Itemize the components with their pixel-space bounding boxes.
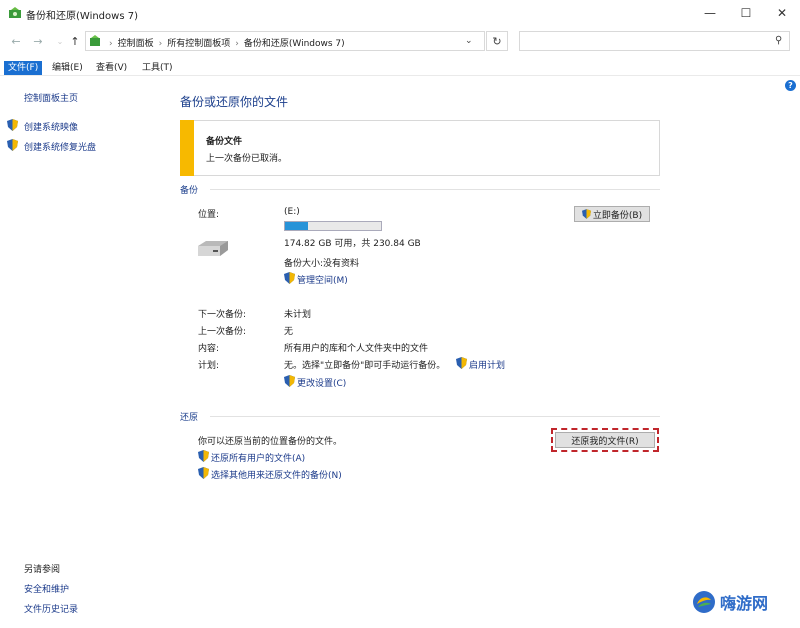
uac-shield-icon [198, 467, 209, 479]
see-also-file-history[interactable]: 文件历史记录 [24, 602, 78, 615]
schedule-label: 计划: [198, 361, 220, 371]
change-settings-link[interactable]: 更改设置(C) [297, 376, 346, 389]
restore-all-users-link[interactable]: 还原所有用户的文件(A) [211, 451, 305, 464]
manage-space-link[interactable]: 管理空间(M) [297, 273, 348, 286]
backup-app-icon [9, 7, 21, 18]
help-icon[interactable]: ? [785, 80, 796, 91]
address-dropdown-icon[interactable]: ⌄ [465, 36, 473, 46]
disk-space-text: 174.82 GB 可用，共 230.84 GB [284, 239, 421, 249]
last-backup-value: 无 [284, 327, 294, 337]
breadcrumb-item[interactable]: 所有控制面板项 [167, 39, 230, 49]
sidebar-item-create-system-image[interactable]: 创建系统映像 [24, 120, 78, 133]
section-divider [210, 416, 660, 417]
see-also-title: 另请参阅 [24, 565, 61, 575]
status-notice [180, 120, 660, 176]
sidebar-item-create-repair-disc[interactable]: 创建系统修复光盘 [24, 140, 96, 153]
uac-shield-icon [284, 272, 295, 284]
uac-shield-icon [284, 375, 295, 387]
uac-shield-icon [7, 119, 18, 131]
breadcrumb-item[interactable]: 备份和还原(Windows 7) [244, 39, 345, 49]
up-button[interactable]: ↑ [67, 33, 83, 49]
control-panel-icon [90, 35, 100, 46]
minimize-button[interactable]: — [692, 0, 728, 26]
restore-description: 你可以还原当前的位置备份的文件。 [198, 437, 343, 447]
menu-edit[interactable]: 编辑(E) [48, 61, 87, 75]
sidebar-home-link[interactable]: 控制面板主页 [24, 91, 78, 104]
refresh-button[interactable]: ↻ [486, 31, 508, 51]
backup-now-label: 立即备份(B) [592, 210, 643, 221]
disk-usage-bar [284, 221, 382, 231]
next-backup-value: 未计划 [284, 310, 312, 320]
contents-label: 内容: [198, 344, 220, 354]
notice-text: 上一次备份已取消。 [206, 154, 288, 164]
select-other-backup-link[interactable]: 选择其他用来还原文件的备份(N) [211, 468, 342, 481]
drive-label: (E:) [284, 207, 300, 217]
backup-now-button[interactable]: 立即备份(B) [574, 206, 650, 222]
backup-size-text: 备份大小:没有资料 [284, 259, 360, 269]
notice-accent-bar [180, 120, 194, 176]
last-backup-label: 上一次备份: [198, 327, 247, 337]
window-title: 备份和还原(Windows 7) [26, 11, 138, 22]
enable-schedule-link[interactable]: 启用计划 [469, 358, 505, 371]
menu-file[interactable]: 文件(F) [4, 61, 43, 75]
menu-view[interactable]: 查看(V) [92, 61, 131, 75]
search-icon[interactable]: ⚲ [775, 35, 782, 46]
watermark: 嗨游网 [692, 590, 768, 614]
uac-shield-icon [198, 450, 209, 462]
forward-button[interactable]: → [30, 33, 46, 49]
close-button[interactable]: ✕ [764, 0, 800, 26]
hard-drive-icon [198, 241, 228, 256]
section-divider [210, 189, 660, 190]
search-input[interactable] [519, 31, 790, 51]
page-title: 备份或还原你的文件 [180, 95, 289, 109]
uac-shield-icon [581, 209, 591, 219]
maximize-button[interactable]: ☐ [728, 0, 764, 26]
menu-tools[interactable]: 工具(T) [138, 61, 177, 75]
location-label: 位置: [198, 210, 220, 220]
uac-shield-icon [456, 357, 467, 369]
restore-button-highlight: 还原我的文件(R) [551, 428, 659, 452]
watermark-logo-icon [693, 591, 715, 613]
contents-value: 所有用户的库和个人文件夹中的文件 [284, 344, 429, 354]
breadcrumb-item[interactable]: 控制面板 [118, 39, 154, 49]
notice-title: 备份文件 [206, 137, 243, 147]
schedule-value: 无。选择"立即备份"即可手动运行备份。 [284, 361, 446, 371]
uac-shield-icon [7, 139, 18, 151]
watermark-text: 嗨游网 [720, 594, 769, 613]
disk-usage-fill [285, 222, 309, 230]
restore-my-files-button[interactable]: 还原我的文件(R) [555, 432, 655, 448]
breadcrumb: › 控制面板 › 所有控制面板项 › 备份和还原(Windows 7) [109, 39, 345, 49]
next-backup-label: 下一次备份: [198, 310, 247, 320]
backup-section-label: 备份 [180, 186, 199, 196]
back-button[interactable]: ← [8, 33, 24, 49]
recent-dropdown-icon[interactable]: ⌄ [52, 33, 68, 49]
restore-section-label: 还原 [180, 413, 199, 423]
see-also-security-maintenance[interactable]: 安全和维护 [24, 582, 69, 595]
